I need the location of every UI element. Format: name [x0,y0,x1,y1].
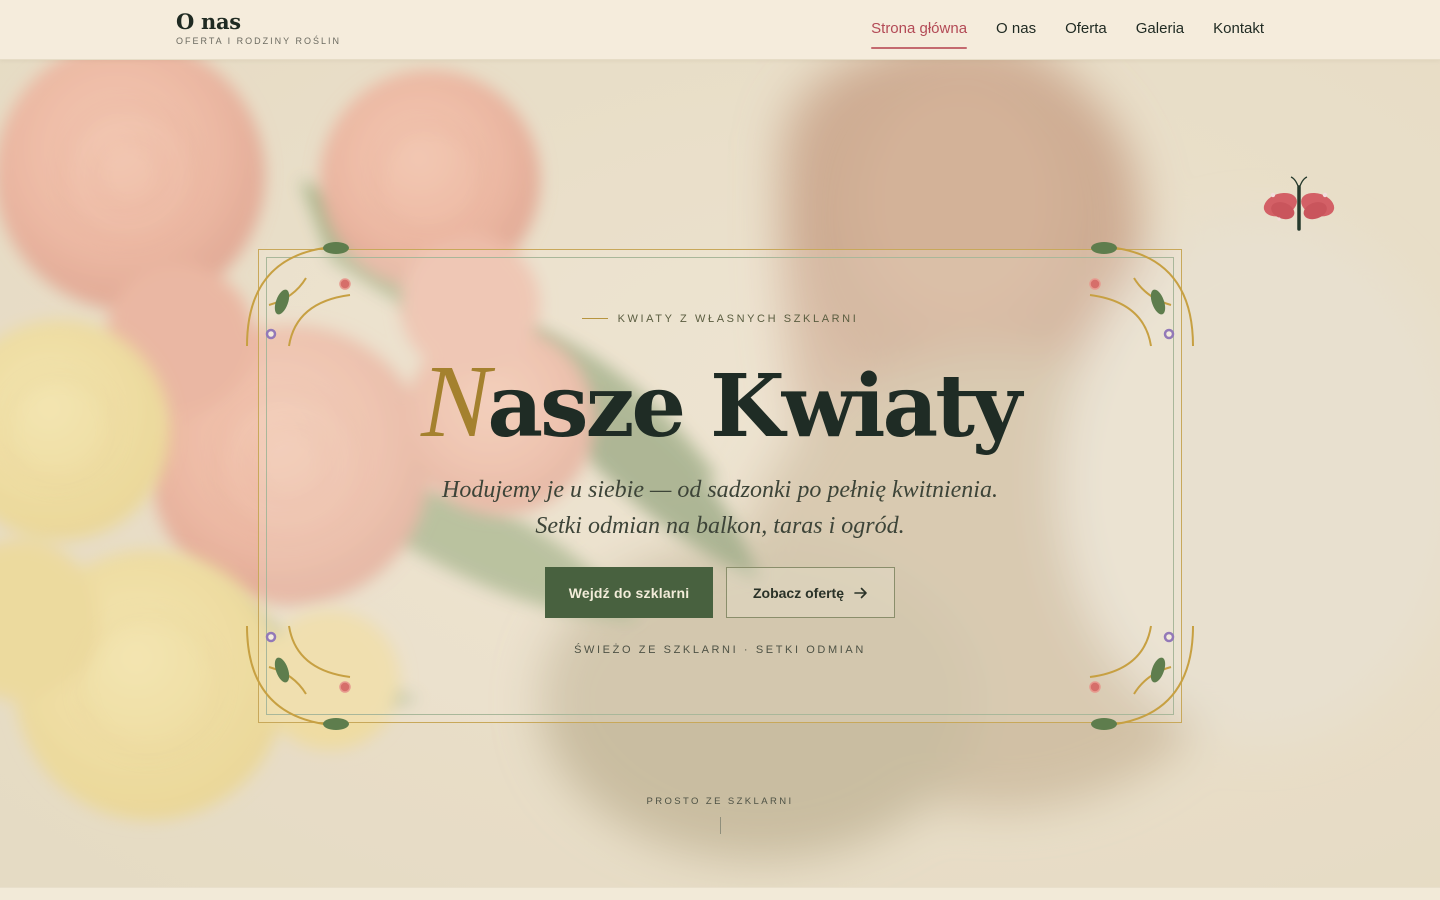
next-section-edge [0,887,1440,900]
see-offer-label: Zobacz ofertę [752,584,844,601]
nav-item-about[interactable]: O nas [996,0,1036,59]
enter-greenhouse-button[interactable]: Wejdź do szklarni [545,567,713,618]
hero-title: Nasze Kwiaty [0,350,1440,457]
hero-lead: Hodujemy je u siebie — od sadzonki po pe… [442,477,998,539]
scroll-indicator-line [720,817,721,834]
hero-eyebrow-text: KWIATY Z WŁASNYCH SZKLARNI [617,313,859,325]
floral-corner-bottom-left [246,625,351,730]
main-nav: Strona główna O nas Oferta Galeria Konta… [871,0,1264,59]
hero-eyebrow: KWIATY Z WŁASNYCH SZKLARNI [0,313,1440,325]
brand-subtitle: OFERTA I RODZINY ROŚLIN [176,36,342,46]
nav-item-offer[interactable]: Oferta [1065,0,1107,59]
hero-title-initial: N [421,344,490,459]
floral-corner-bottom-right [1089,625,1194,730]
hero-title-rest: asze Kwiaty [487,356,1022,457]
site-header: O nas OFERTA I RODZINY ROŚLIN Strona głó… [0,0,1440,60]
floral-corner-top-right [1089,242,1194,347]
nav-item-gallery[interactable]: Galeria [1136,0,1184,59]
floral-corner-top-left [246,242,351,347]
nav-item-contact[interactable]: Kontakt [1213,0,1264,59]
scroll-hint[interactable]: PROSTO ZE SZKLARNI [0,796,1440,807]
brand-logo[interactable]: O nas OFERTA I RODZINY ROŚLIN [176,9,341,46]
hero-tagline: ŚWIEŻO ZE SZKLARNI · SETKI ODMIAN [574,644,866,656]
brand-title: O nas [176,9,241,34]
butterfly-icon[interactable] [1256,175,1342,239]
nav-item-home[interactable]: Strona główna [871,0,967,59]
see-offer-button[interactable]: Zobacz ofertę [726,567,895,618]
arrow-right-icon [854,587,867,598]
eyebrow-rule [581,317,608,319]
